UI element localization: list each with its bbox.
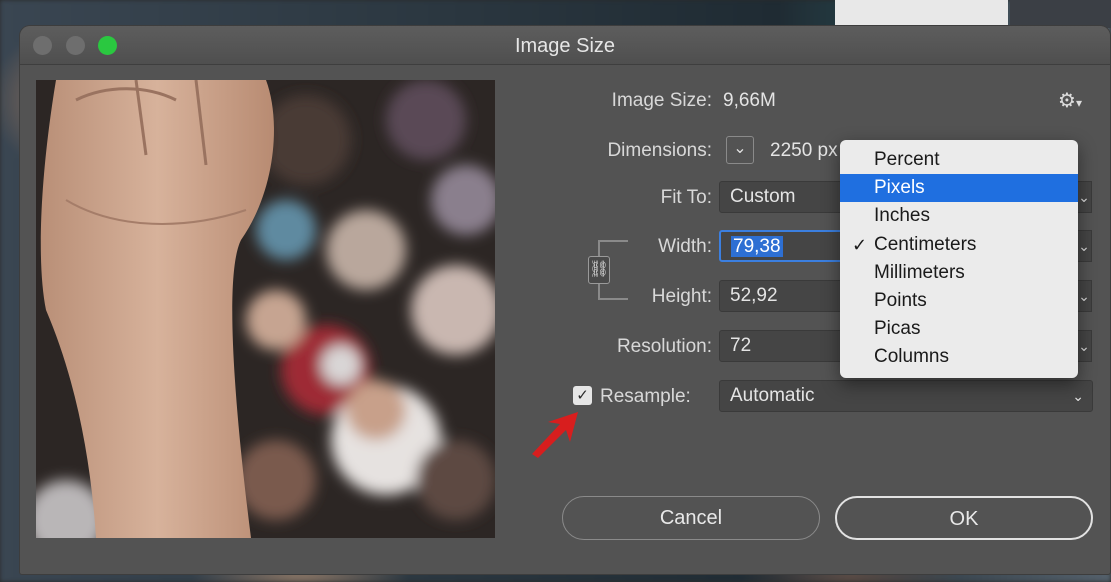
menu-item-picas[interactable]: Picas [840,315,1078,343]
resample-label: Resample: [600,386,691,407]
checkmark-icon: ✓ [852,234,868,255]
menu-item-millimeters[interactable]: Millimeters [840,259,1078,287]
resolution-unit-chevron-icon[interactable]: ⌄ [1076,330,1092,362]
fit-to-label: Fit To: [660,187,712,208]
image-size-label: Image Size: [611,90,712,111]
height-input[interactable]: 52,92 [719,280,849,312]
fit-to-select[interactable]: Custom [719,181,849,213]
width-unit-chevron-icon[interactable]: ⌄ [1076,230,1092,262]
width-input[interactable]: 79,38 [719,230,849,262]
checkmark-icon: ✓ [576,387,589,404]
width-label: Width: [658,236,712,257]
background-window-strip-dark [1010,0,1111,28]
chevron-down-icon: ⌄ [733,140,747,157]
chevron-down-icon: ⌄ [1072,388,1084,404]
menu-item-percent[interactable]: Percent [840,146,1078,174]
menu-item-columns[interactable]: Columns [840,343,1078,371]
resample-value: Automatic [730,385,815,406]
fit-to-chevron-icon[interactable]: ⌄ [1076,181,1092,213]
cancel-button[interactable]: Cancel [562,496,820,540]
dimensions-value: 2250 px [770,140,838,161]
unit-dropdown-menu: Percent Pixels Inches ✓ Centimeters Milli… [840,140,1078,378]
annotation-arrow-icon [532,412,578,458]
image-size-dialog: Image Size Image Size: 9,66M ⚙▾ Dimensio… [20,26,1110,574]
title-bar: Image Size [20,26,1110,65]
menu-item-centimeters[interactable]: ✓ Centimeters [840,231,1078,259]
dimensions-label: Dimensions: [607,140,712,161]
ok-button[interactable]: OK [835,496,1093,540]
menu-item-points[interactable]: Points [840,287,1078,315]
height-label: Height: [651,286,712,307]
image-size-value: 9,66M [723,90,776,111]
resolution-label: Resolution: [616,336,712,357]
dimensions-unit-button[interactable]: ⌄ [726,136,754,164]
link-icon[interactable]: ⛓ [588,256,610,284]
window-title: Image Size [514,35,616,57]
resolution-input[interactable]: 72 [719,330,849,362]
background-window-strip [835,0,1008,28]
image-preview[interactable] [36,80,495,538]
gear-icon[interactable]: ⚙▾ [1058,88,1082,113]
resample-select[interactable]: Automatic ⌄ [719,380,1093,412]
height-unit-chevron-icon[interactable]: ⌄ [1076,280,1092,312]
width-value: 79,38 [731,236,783,257]
menu-item-inches[interactable]: Inches [840,202,1078,230]
preview-photo [36,80,495,538]
resample-checkbox[interactable]: ✓ [573,386,592,405]
menu-item-pixels[interactable]: Pixels [840,174,1078,203]
